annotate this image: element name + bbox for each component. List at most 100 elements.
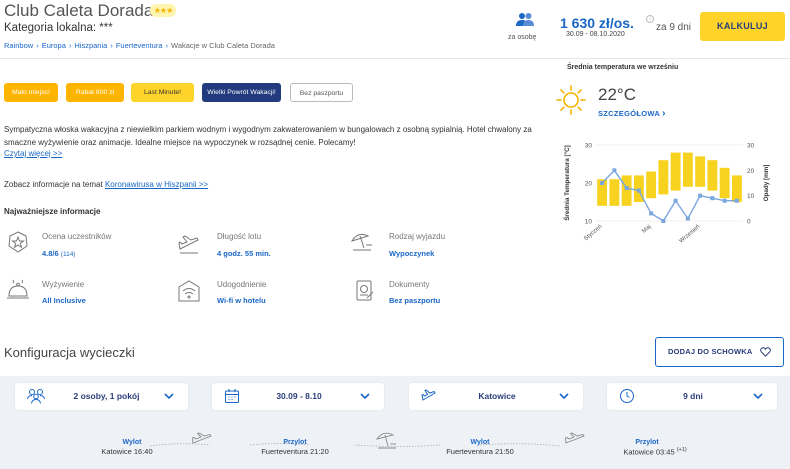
plane-icon <box>192 432 212 444</box>
y2-axis-label: Opady [mm] <box>763 165 770 202</box>
flight-length-label: Długość lotu <box>217 232 262 241</box>
x-tick-label: Maj <box>641 224 652 235</box>
precipitation-point <box>612 168 617 173</box>
badge-discount[interactable]: Rabat 800 zł <box>66 83 124 102</box>
y-axis-label: Średnia Temperatura [°C] <box>562 145 571 221</box>
amenity-value: Wi-fi w hotelu <box>217 296 266 305</box>
return-arrival-time: Katowice 03:45 <box>623 447 675 457</box>
duration-selector[interactable]: 9 dni <box>607 383 777 410</box>
chevron-down-icon <box>753 393 763 400</box>
weather-chart: 10 20 30 0 10 20 30 Styczeń Maj Wrzesień Średnia T… <box>562 143 770 245</box>
breadcrumb-hiszpania[interactable]: Hiszpania <box>74 41 107 50</box>
precipitation-point <box>624 186 629 191</box>
temperature-range-bar <box>731 175 742 202</box>
badge-last-minute[interactable]: Last Minute! <box>131 83 194 102</box>
header-divider <box>0 58 790 59</box>
badge-few-places[interactable]: Mało miejsc! <box>4 83 58 102</box>
breadcrumb: Rainbow › Europa › Hiszpania › Fuerteventura › W… <box>4 41 275 50</box>
price-dates: 30.09 - 08.10.2020 <box>566 31 625 38</box>
breadcrumb-separator: › <box>110 41 113 50</box>
y-tick-label: 30 <box>585 143 593 150</box>
calendar-icon <box>225 389 239 403</box>
temperature-range-bar <box>658 160 669 195</box>
beach-umbrella-icon <box>375 432 396 449</box>
rating-value: 4.8/6 (114) <box>42 249 75 258</box>
star-rating: ★★★ <box>150 4 176 17</box>
people-selector[interactable]: 2 osoby, 1 pokój <box>15 383 188 410</box>
calculate-button[interactable]: KALKULUJ <box>700 12 785 41</box>
breadcrumb-current: Wakacje w Club Caleta Dorada <box>171 41 275 50</box>
key-info-title: Najważniejsze informacje <box>4 207 101 216</box>
outbound-departure-label: Wylot <box>122 439 142 446</box>
food-cloche-icon <box>7 279 29 299</box>
people-value: 2 osoby, 1 pokój <box>73 391 140 401</box>
weather-details-label: SZCZEGÓŁOWA <box>598 109 660 118</box>
clock-icon <box>620 389 634 403</box>
badge-no-passport[interactable]: Bez paszportu <box>290 83 353 102</box>
badge-big-return[interactable]: Wielki Powrót Wakacji! <box>202 83 281 102</box>
precipitation-point <box>661 219 666 223</box>
board-value: All Inclusive <box>42 296 86 305</box>
chevron-down-icon <box>360 393 370 400</box>
covid-info: Zobacz informacje na temat Koronawirusa … <box>4 180 208 189</box>
passport-icon <box>356 280 374 301</box>
rating-label: Ocena uczestników <box>42 232 112 241</box>
hotel-description: Sympatyczna włoska wakacyjna z niewielki… <box>4 125 532 147</box>
y2-tick-label: 0 <box>747 219 751 226</box>
y2-tick-label: 10 <box>747 193 755 200</box>
covid-prefix: Zobacz informacje na temat <box>4 180 105 189</box>
precipitation-point <box>710 196 715 201</box>
rating-score: 4.8/6 <box>42 249 59 258</box>
config-title: Konfiguracja wycieczki <box>4 345 135 360</box>
duration-value: 9 dni <box>683 391 703 401</box>
beach-umbrella-icon <box>350 233 372 251</box>
temperature-range-bar <box>621 175 632 206</box>
temperature-range-bar <box>719 167 730 199</box>
temperature-range-bar <box>707 160 718 191</box>
breadcrumb-separator: › <box>165 41 169 50</box>
breadcrumb-fuerteventura[interactable]: Fuerteventura <box>116 41 163 50</box>
average-temperature: 22°C <box>598 85 636 104</box>
documents-label: Dokumenty <box>389 280 430 289</box>
trip-type-label: Rodzaj wyjazdu <box>389 232 446 241</box>
rating-badge-icon <box>8 231 28 253</box>
trip-duration: za 9 dni <box>656 22 692 33</box>
temperature-range-bar <box>670 152 681 191</box>
date-value: 30.09 - 8.10 <box>276 391 322 401</box>
breadcrumb-europa[interactable]: Europa <box>42 41 66 50</box>
x-tick-label: Styczeń <box>583 224 603 242</box>
return-arrival-value: Katowice 03:45 (+1) <box>600 447 710 457</box>
outbound-arrival-value: Fuerteventura 21:20 <box>261 447 329 456</box>
info-icon[interactable]: i <box>646 15 654 23</box>
rating-count: (114) <box>60 251 76 258</box>
weather-title: Średnia temperatura we wrześniu <box>567 64 679 71</box>
y-tick-label: 20 <box>585 181 593 188</box>
return-arrival-label: Przylot <box>635 439 659 446</box>
precipitation-point <box>698 193 703 198</box>
read-more-link[interactable]: Czytaj więcej >> <box>4 149 62 158</box>
documents-value: Bez paszportu <box>389 296 441 305</box>
return-departure-value: Fuerteventura 21:50 <box>446 447 514 456</box>
weather-details-link[interactable]: SZCZEGÓŁOWA › <box>598 108 666 119</box>
temperature-range-bar <box>682 152 693 187</box>
chevron-right-icon: › <box>662 108 666 119</box>
persons-icon <box>516 13 534 26</box>
return-departure-label: Wylot <box>470 439 490 446</box>
precipitation-point <box>600 181 605 185</box>
amenity-label: Udogodnienie <box>217 280 267 289</box>
date-selector[interactable]: 30.09 - 8.10 <box>212 383 384 410</box>
trip-type-value: Wypoczynek <box>389 249 435 258</box>
airport-selector[interactable]: Katowice <box>409 383 583 410</box>
price: 1 630 zł/os. <box>560 15 634 31</box>
chevron-down-icon <box>164 393 174 400</box>
heart-icon <box>760 347 771 357</box>
flight-length-value: 4 godz. 55 min. <box>217 249 271 258</box>
plane-icon <box>421 389 436 401</box>
covid-link[interactable]: Koronawirusa w Hiszpanii >> <box>105 180 208 189</box>
wifi-icon <box>178 280 200 302</box>
outbound-arrival-label: Przylot <box>283 439 307 446</box>
y2-tick-label: 30 <box>747 143 755 150</box>
add-to-clipboard-button[interactable]: DODAJ DO SCHOWKA <box>655 337 784 367</box>
breadcrumb-rainbow[interactable]: Rainbow <box>4 41 33 50</box>
outbound-departure-value: Katowice 16:40 <box>101 447 153 456</box>
